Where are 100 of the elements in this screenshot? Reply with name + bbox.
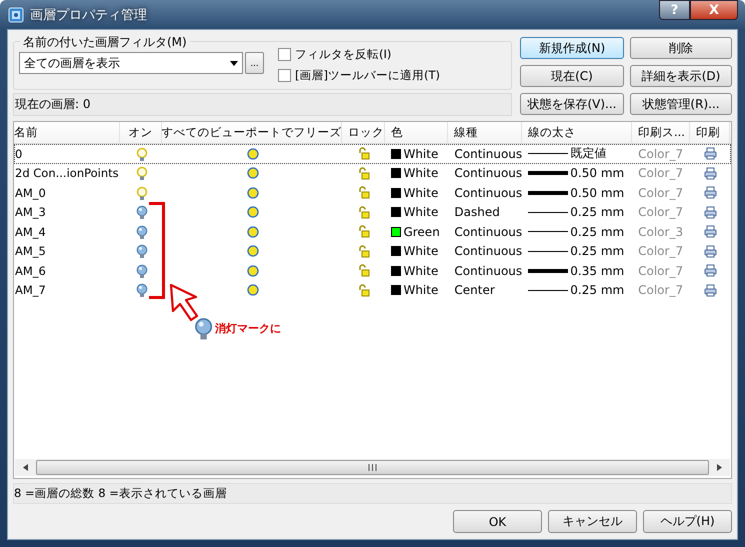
- sun-icon[interactable]: [246, 167, 259, 180]
- table-cell-text: Color_7: [637, 283, 684, 298]
- color-name: Green: [403, 224, 440, 239]
- table-row[interactable]: AM_7 White Center 0.25 mm Color_7: [14, 280, 731, 300]
- color-name: White: [403, 186, 438, 200]
- printer-icon[interactable]: [704, 225, 717, 238]
- column-header[interactable]: 線の太さ: [522, 122, 632, 143]
- column-header[interactable]: 名前: [14, 122, 120, 143]
- lightbulb-off-icon[interactable]: [136, 224, 148, 239]
- printer-icon[interactable]: [704, 166, 717, 180]
- table-cell-text: AM_0: [15, 186, 47, 200]
- checkbox[interactable]: [278, 69, 291, 82]
- lightbulb-off-icon: [194, 317, 213, 340]
- padlock-icon[interactable]: [358, 244, 370, 258]
- table-row[interactable]: AM_6 White Continuous 0.35 mm Color_7: [14, 261, 731, 280]
- caret-icon: [230, 60, 238, 66]
- sun-icon[interactable]: [246, 284, 259, 296]
- dialog-button[interactable]: 詳細を表示(D): [630, 65, 732, 87]
- sun-icon[interactable]: [246, 148, 259, 160]
- lightbulb-on-icon[interactable]: [136, 166, 148, 180]
- padlock-icon[interactable]: [358, 264, 370, 278]
- padlock-icon[interactable]: [358, 225, 370, 238]
- padlock-icon[interactable]: [358, 147, 370, 160]
- table-cell-text: Color_7: [637, 244, 684, 258]
- table-cell-text: Color_7: [637, 166, 684, 180]
- printer-icon[interactable]: [704, 147, 717, 160]
- table-cell-text: Color_3: [637, 224, 684, 239]
- column-header[interactable]: 印刷: [690, 122, 730, 143]
- lightbulb-on-icon[interactable]: [136, 146, 148, 161]
- checkbox-label: フィルタを反転(I): [295, 47, 392, 62]
- color-name: White: [403, 166, 438, 180]
- padlock-icon[interactable]: [358, 284, 370, 297]
- table-cell-text: Continuous: [453, 166, 522, 180]
- lightbulb-on-icon[interactable]: [136, 186, 148, 200]
- lightbulb-off-icon[interactable]: [136, 244, 148, 258]
- lightbulb-off-icon[interactable]: [136, 264, 148, 278]
- printer-icon[interactable]: [704, 284, 717, 297]
- dialog-button[interactable]: 状態管理(R)...: [630, 93, 732, 115]
- checkbox-label: [画層]ツールバーに適用(T): [295, 68, 440, 83]
- table-cell-text: Color_7: [637, 264, 684, 278]
- printer-icon[interactable]: [704, 244, 717, 258]
- table-cell-text: Continuous: [453, 224, 522, 239]
- column-header[interactable]: 印刷ス...: [632, 122, 690, 143]
- dialog-button[interactable]: 状態を保存(V)...: [520, 93, 624, 115]
- dialog-button[interactable]: OK: [453, 510, 542, 533]
- padlock-icon[interactable]: [358, 166, 370, 180]
- table-cell-text: Color_7: [637, 146, 684, 161]
- column-header[interactable]: 線種: [448, 122, 522, 143]
- lightbulb-off-icon[interactable]: [136, 283, 148, 298]
- scroll-thumb[interactable]: [36, 460, 709, 475]
- scroll-right-icon: [717, 464, 722, 471]
- padlock-icon[interactable]: [358, 186, 370, 200]
- padlock-icon[interactable]: [358, 206, 370, 219]
- dialog-button[interactable]: キャンセル: [548, 510, 637, 533]
- color-name: White: [403, 205, 438, 220]
- sun-icon[interactable]: [246, 245, 259, 258]
- table-cell-text: Continuous: [453, 186, 522, 200]
- annotation-text: 消灯マークに: [215, 321, 281, 336]
- table-cell-text: Continuous: [453, 146, 522, 161]
- lineweight-value: 0.50 mm: [570, 166, 624, 180]
- sun-icon[interactable]: [246, 186, 259, 199]
- table-cell-text: 0: [15, 146, 24, 161]
- dialog-button[interactable]: 削除: [630, 37, 732, 59]
- printer-icon[interactable]: [704, 264, 717, 278]
- table-cell-text: Color_7: [637, 205, 684, 220]
- sun-icon[interactable]: [246, 264, 259, 277]
- horizontal-scrollbar[interactable]: [15, 459, 730, 476]
- lineweight-value: 0.25 mm: [570, 283, 624, 298]
- table-row[interactable]: AM_5 White Continuous 0.25 mm Color_7: [14, 242, 731, 261]
- group-label: 名前の付いた画層フィルタ(M): [20, 34, 190, 51]
- printer-icon[interactable]: [704, 186, 717, 200]
- table-row[interactable]: 2d Con...ionPoints White Continuous 0.50 mm Color_7: [14, 164, 731, 183]
- table-row[interactable]: AM_0 White Continuous 0.50 mm Color_7: [14, 183, 731, 202]
- column-header[interactable]: オン: [120, 122, 162, 143]
- filter-dropdown[interactable]: 全ての画層を表示: [19, 52, 243, 74]
- lineweight-value: 0.25 mm: [570, 244, 624, 258]
- checkbox[interactable]: [278, 48, 291, 61]
- lineweight-value: 0.50 mm: [570, 186, 624, 200]
- table-row[interactable]: AM_4 Green Continuous 0.25 mm Color_3: [14, 222, 731, 242]
- sun-icon[interactable]: [246, 206, 259, 218]
- column-header[interactable]: 色: [385, 122, 448, 143]
- table-row[interactable]: 0 White Continuous 既定値 Color_7: [14, 144, 731, 164]
- window-title: 画層プロパティ管理: [30, 6, 147, 24]
- sun-icon[interactable]: [246, 226, 259, 238]
- current-layer-label: 現在の画層: 0: [13, 93, 512, 116]
- table-cell-text: AM_7: [15, 283, 47, 298]
- printer-icon[interactable]: [704, 206, 717, 219]
- lightbulb-off-icon[interactable]: [136, 205, 148, 220]
- column-header[interactable]: すべてのビューポートでフリーズ: [162, 122, 342, 143]
- dialog-button[interactable]: ヘルプ(H): [643, 510, 732, 533]
- table-cell-text: AM_3: [15, 205, 47, 220]
- color-name: White: [403, 146, 438, 161]
- color-name: White: [403, 244, 438, 258]
- column-header[interactable]: ロック: [342, 122, 385, 143]
- table-cell-text: Dashed: [453, 205, 501, 220]
- dialog-button[interactable]: 現在(C): [520, 65, 624, 87]
- table-row[interactable]: AM_3 White Dashed 0.25 mm Color_7: [14, 202, 731, 222]
- dialog-button[interactable]: 新規作成(N): [520, 37, 624, 59]
- scroll-left-icon: [23, 464, 28, 471]
- browse-button[interactable]: ...: [245, 52, 264, 74]
